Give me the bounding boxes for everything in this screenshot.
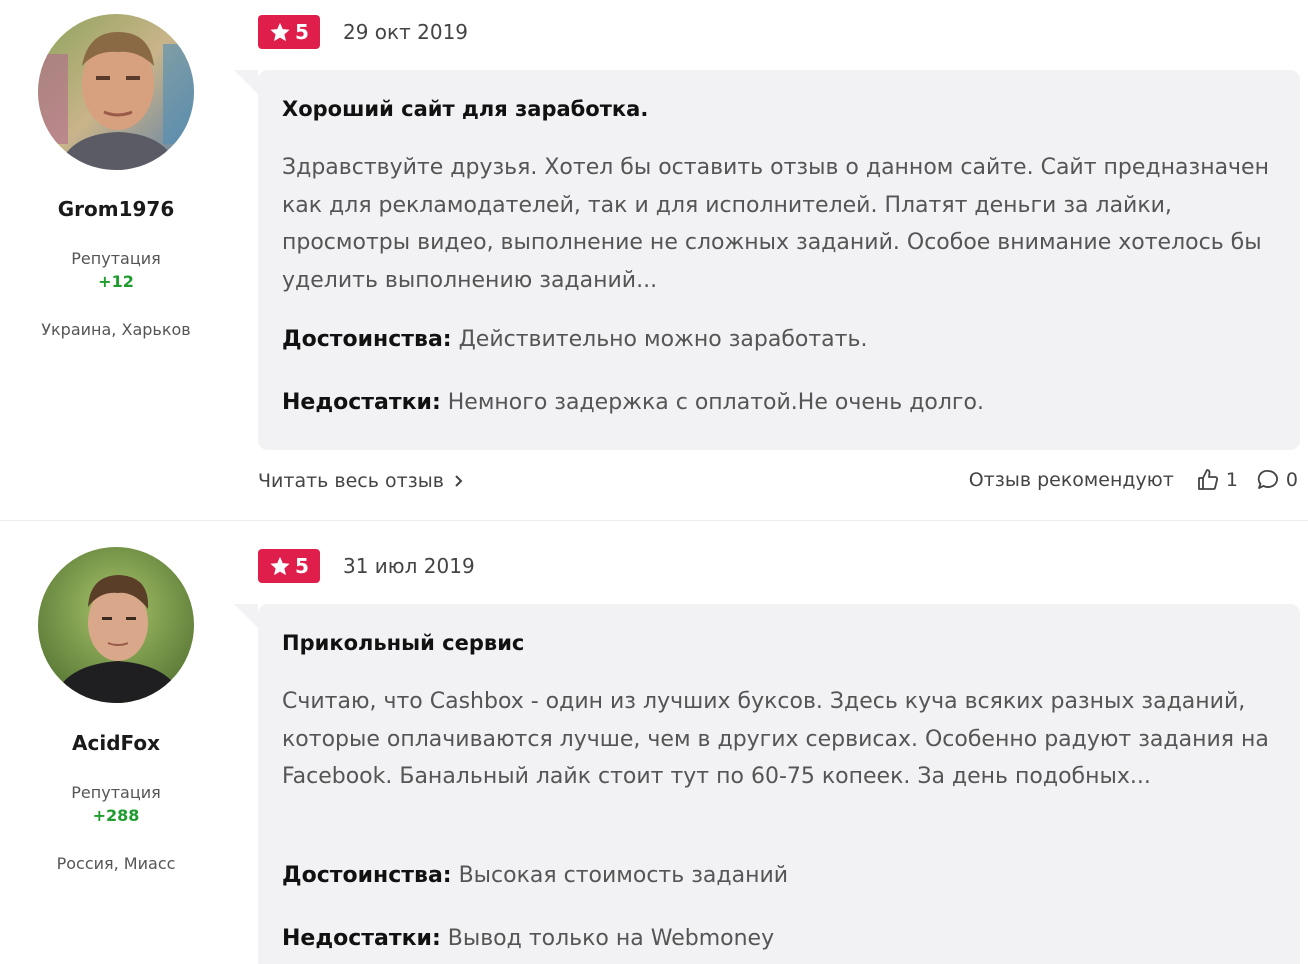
reputation-value: +12 xyxy=(98,272,134,291)
author-location: Россия, Миасс xyxy=(56,854,176,873)
review-pros: Достоинства: Высокая стоимость заданий xyxy=(282,863,788,888)
review-item: AcidFox Репутация +288 Россия, Миасс 5 3… xyxy=(0,520,1308,964)
pros-label: Достоинства: xyxy=(282,863,452,888)
review-card: Прикольный сервис Считаю, что Cashbox - … xyxy=(234,604,1300,964)
review-title[interactable]: Хороший сайт для заработка. xyxy=(282,97,648,121)
rating-value: 5 xyxy=(295,554,309,578)
review-card: Хороший сайт для заработка. Здравствуйте… xyxy=(234,70,1300,450)
pros-label: Достоинства: xyxy=(282,327,452,352)
reputation-label: Репутация xyxy=(71,249,161,268)
rating-badge: 5 xyxy=(258,549,320,583)
cons-label: Недостатки: xyxy=(282,390,441,415)
like-count: 1 xyxy=(1225,469,1238,491)
reputation-label: Репутация xyxy=(71,783,161,802)
review-cons: Недостатки: Немного задержка с оплатой.Н… xyxy=(282,390,984,415)
comment-bubble-icon[interactable] xyxy=(1256,468,1280,492)
star-icon xyxy=(270,556,290,576)
read-more-label: Читать весь отзыв xyxy=(258,470,444,492)
pros-text: Высокая стоимость заданий xyxy=(458,863,789,888)
chevron-right-icon xyxy=(455,475,463,487)
review-date: 31 июл 2019 xyxy=(343,554,475,578)
cons-text: Вывод только на Webmoney xyxy=(447,926,775,951)
author-location: Украина, Харьков xyxy=(41,320,191,339)
author-username[interactable]: AcidFox xyxy=(0,731,232,755)
pros-text: Действительно можно заработать. xyxy=(458,327,868,352)
rating-badge: 5 xyxy=(258,15,320,49)
avatar[interactable] xyxy=(38,547,194,703)
review-item: Grom1976 Репутация +12 Украина, Харьков … xyxy=(0,0,1308,520)
star-icon xyxy=(270,22,290,42)
thumbs-up-icon[interactable] xyxy=(1196,468,1220,492)
avatar[interactable] xyxy=(38,14,194,170)
review-text: Считаю, что Cashbox - один из лучших бук… xyxy=(282,689,1269,789)
comment-count: 0 xyxy=(1285,469,1298,491)
review-title[interactable]: Прикольный сервис xyxy=(282,631,524,655)
reputation-value: +288 xyxy=(92,806,140,825)
rating-value: 5 xyxy=(295,20,309,44)
recommend-label: Отзыв рекомендуют xyxy=(968,469,1174,491)
review-actions: Отзыв рекомендуют 1 0 xyxy=(969,468,1298,492)
review-text: Здравствуйте друзья. Хотел бы оставить о… xyxy=(282,155,1269,293)
cons-text: Немного задержка с оплатой.Не очень долг… xyxy=(447,390,984,415)
author-username[interactable]: Grom1976 xyxy=(0,197,232,221)
review-cons: Недостатки: Вывод только на Webmoney xyxy=(282,926,774,951)
review-date: 29 окт 2019 xyxy=(343,20,469,44)
cons-label: Недостатки: xyxy=(282,926,441,951)
read-more-link[interactable]: Читать весь отзыв xyxy=(258,470,464,492)
review-pros: Достоинства: Действительно можно заработ… xyxy=(282,327,867,352)
